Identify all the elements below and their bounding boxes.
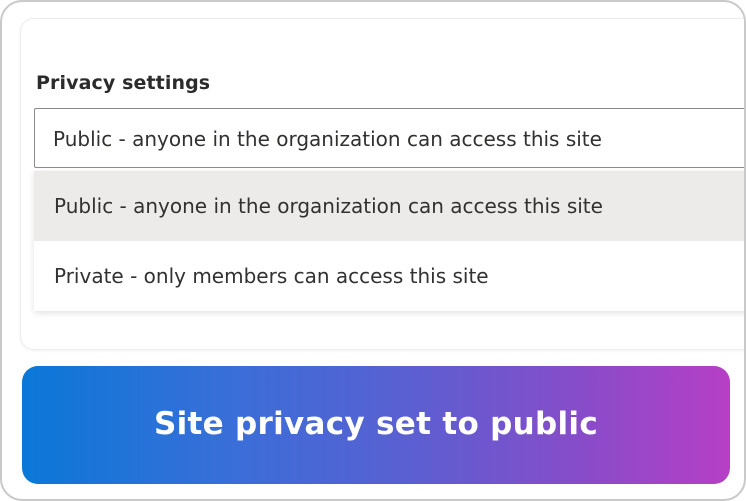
option-private-label: Private - only members can access this s… bbox=[54, 264, 489, 288]
privacy-settings-label: Privacy settings bbox=[36, 72, 211, 94]
option-public-label: Public - anyone in the organization can … bbox=[54, 194, 603, 218]
option-private[interactable]: Private - only members can access this s… bbox=[34, 241, 744, 311]
privacy-selected-value: Public - anyone in the organization can … bbox=[53, 127, 602, 151]
privacy-options-list: Public - anyone in the organization can … bbox=[34, 171, 744, 311]
status-banner-text: Site privacy set to public bbox=[153, 406, 599, 442]
option-public[interactable]: Public - anyone in the organization can … bbox=[34, 171, 744, 241]
screenshot-frame: Privacy settings Public - anyone in the … bbox=[0, 0, 746, 501]
status-banner: Site privacy set to public bbox=[22, 366, 730, 484]
privacy-settings-dropdown[interactable]: Public - anyone in the organization can … bbox=[34, 108, 744, 168]
